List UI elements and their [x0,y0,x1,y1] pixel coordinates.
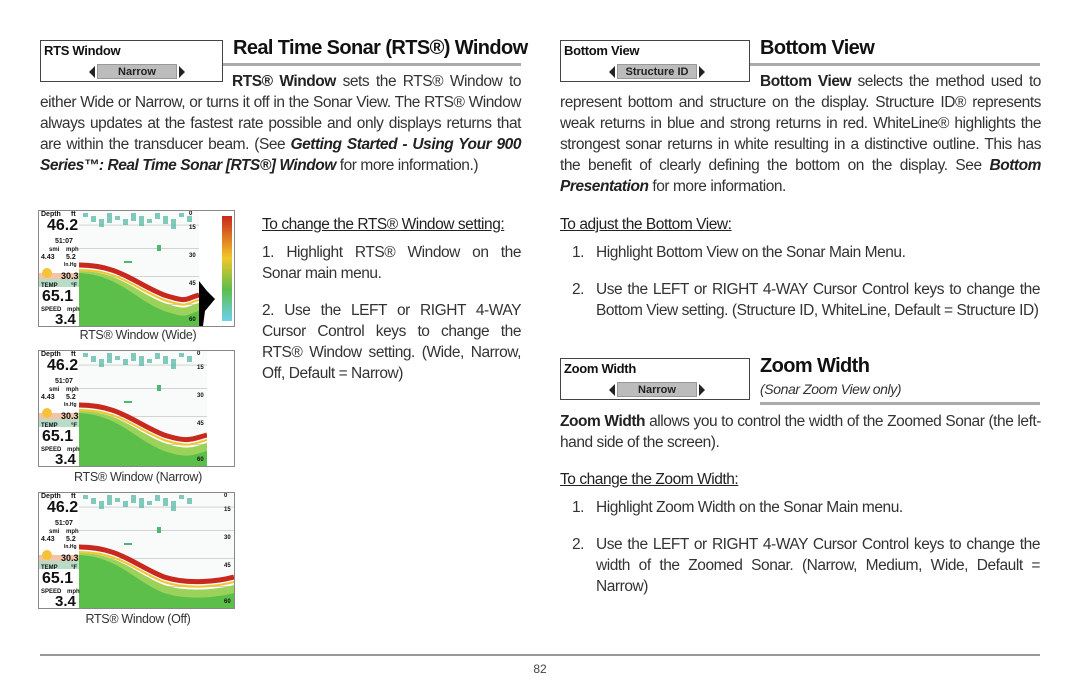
depth-scale-label: 0 [197,351,201,357]
zoom-width-menu[interactable]: Zoom Width Narrow [560,358,750,400]
depth-scale-label: 15 [224,507,231,513]
subheading: To change the RTS® Window setting: [262,216,505,233]
speed-value: 3.4 [55,451,76,467]
term: Zoom Width [560,413,646,430]
step: 1. Highlight RTS® Window on the Sonar ma… [262,242,521,284]
step: 1. Highlight Bottom View on the Sonar Mai… [572,242,1040,263]
divider [223,63,521,66]
depth-scale-label: 15 [197,365,204,371]
distance-unit: smi [49,387,60,393]
step-number: 2. [262,302,275,319]
bottom-view-description: Bottom View selects the method used to r… [560,71,1041,197]
time-value: 51:07 [55,520,73,527]
depth-value: 46.2 [47,499,79,516]
depth-scale-label: 45 [189,281,196,287]
speed-unit: mph [66,247,79,253]
depth-scale-label: 0 [189,211,193,217]
section-heading: Real Time Sonar (RTS®) Window [233,37,528,59]
distance-unit: smi [49,247,60,253]
step-number: 2. [572,536,585,553]
subheading: To change the Zoom Width: [560,471,739,488]
depth-scale-label: 15 [189,225,196,231]
rts-description: RTS® Window sets the RTS® Window to eith… [40,71,521,176]
pressure-unit: In.Hg [64,402,77,408]
speed-value: 3.4 [55,311,76,327]
speed-small-value: 5.2 [66,254,76,261]
depth-scale-label: 45 [197,421,204,427]
step-text: Use the LEFT or RIGHT 4-WAY Cursor Contr… [596,536,1040,595]
temp-value: 65.1 [42,428,74,445]
time-value: 51:07 [55,238,73,245]
step: 2. Use the LEFT or RIGHT 4-WAY Cursor Con… [572,534,1040,597]
sonar-screenshot: Depth ft 46.2 51:07 smi mph 4.43 5.2 In.… [38,210,235,327]
menu-title: RTS Window [44,43,121,58]
footer-rule [40,654,1040,656]
step: 2. Use the LEFT or RIGHT 4-WAY Cursor Co… [262,300,521,384]
speed-unit: mph [66,387,79,393]
text: for more information.) [335,157,479,174]
sonar-screenshot: Depth ft 46.2 51:07 smi mph 4.43 5.2 In.… [38,350,235,467]
section-heading: Zoom Width [760,355,870,377]
step: 1. Highlight Zoom Width on the Sonar Main… [572,497,1040,518]
depth-scale-label: 45 [224,563,231,569]
distance-value: 4.43 [41,254,55,261]
temp-value: 65.1 [42,288,74,305]
speed-small-value: 5.2 [66,536,76,543]
divider [750,63,1040,66]
depth-scale-label: 30 [224,535,231,541]
depth-scale-label: 30 [197,393,204,399]
temp-value: 65.1 [42,570,74,587]
step-number: 2. [572,281,585,298]
depth-scale-label: 60 [224,599,231,605]
depth-scale-label: 60 [189,317,196,323]
step-text: Use the LEFT or RIGHT 4-WAY Cursor Contr… [262,302,521,382]
speed-unit: mph [66,529,79,535]
divider [760,402,1040,405]
depth-value: 46.2 [47,217,79,234]
step-text: Highlight Bottom View on the Sonar Main … [596,244,906,261]
step-text: Highlight Zoom Width on the Sonar Main m… [596,499,903,516]
speed-small-value: 5.2 [66,394,76,401]
menu-value: Narrow [617,382,697,397]
pressure-unit: In.Hg [64,262,77,268]
step-number: 1. [262,244,275,261]
menu-selector[interactable]: Narrow [609,382,705,397]
arrow-left-icon[interactable] [609,383,615,396]
menu-title: Bottom View [564,43,640,58]
step-text: Highlight RTS® Window on the Sonar main … [262,244,521,282]
depth-value: 46.2 [47,357,79,374]
pressure-unit: In.Hg [64,544,77,550]
distance-value: 4.43 [41,394,55,401]
section-note: (Sonar Zoom View only) [760,381,902,397]
arrow-right-icon[interactable] [699,383,705,396]
page-number: 82 [533,662,547,676]
subheading: To adjust the Bottom View: [560,216,732,233]
pressure-value: 30.3 [61,411,79,421]
caption: RTS® Window (Narrow) [74,470,202,484]
step-number: 1. [572,244,585,261]
step: 2. Use the LEFT or RIGHT 4-WAY Cursor Con… [572,279,1040,321]
distance-value: 4.43 [41,536,55,543]
step-number: 1. [572,499,585,516]
sonar-screenshot: Depth ft 46.2 51:07 smi mph 4.43 5.2 In.… [38,492,235,609]
distance-unit: smi [49,529,60,535]
depth-scale-label: 30 [189,253,196,259]
time-value: 51:07 [55,378,73,385]
zoom-width-description: Zoom Width allows you to control the wid… [560,411,1041,453]
depth-scale-label: 0 [224,493,228,499]
menu-title: Zoom Width [564,361,636,376]
text: for more information. [648,178,786,195]
depth-scale-label: 60 [197,457,204,463]
caption: RTS® Window (Wide) [79,328,197,342]
caption: RTS® Window (Off) [85,612,191,626]
pressure-value: 30.3 [61,271,79,281]
step-text: Use the LEFT or RIGHT 4-WAY Cursor Contr… [596,281,1040,319]
term: RTS® Window [232,73,336,90]
pressure-value: 30.3 [61,553,79,563]
section-heading: Bottom View [760,37,875,59]
speed-value: 3.4 [55,593,76,609]
term: Bottom View [760,73,852,90]
